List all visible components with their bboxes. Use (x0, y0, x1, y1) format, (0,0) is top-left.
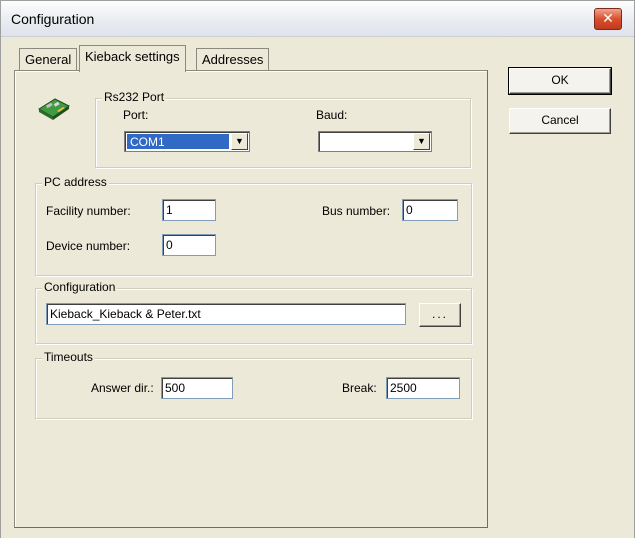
facility-number-label: Facility number: (46, 204, 131, 218)
tab-addresses[interactable]: Addresses (196, 48, 270, 70)
baud-select-value (321, 134, 411, 149)
configuration-file-input[interactable]: Kieback_Kieback & Peter.txt (46, 303, 406, 325)
pc-address-title: PC address (42, 175, 109, 189)
device-number-input[interactable]: 0 (162, 234, 216, 256)
answer-dir-input[interactable]: 500 (161, 377, 233, 399)
cancel-button[interactable]: Cancel (509, 108, 611, 134)
chevron-down-icon[interactable]: ▼ (231, 133, 248, 150)
break-label: Break: (342, 381, 377, 395)
bus-number-label: Bus number: (322, 204, 391, 218)
tab-general[interactable]: General (19, 48, 78, 70)
rs232-port-group: Rs232 Port Port: COM1 ▼ Baud: ▼ (95, 90, 471, 168)
window-title: Configuration (11, 11, 95, 27)
tab-kieback-settings[interactable]: Kieback settings (79, 45, 186, 72)
pc-address-group: PC address Facility number: 1 Bus number… (35, 175, 472, 276)
serial-card-icon (38, 98, 70, 120)
rs232-port-title: Rs232 Port (102, 90, 167, 104)
tab-panel-kieback-settings: Rs232 Port Port: COM1 ▼ Baud: ▼ PC addre… (14, 70, 488, 528)
browse-button[interactable]: ... (419, 303, 461, 327)
facility-number-input[interactable]: 1 (162, 199, 216, 221)
close-button[interactable]: ✕ (594, 8, 622, 30)
port-select[interactable]: COM1 ▼ (124, 131, 250, 152)
break-input[interactable]: 2500 (386, 377, 460, 399)
dialog-body: General Kieback settings Addresses Rs232… (1, 38, 634, 538)
timeouts-group: Timeouts Answer dir.: 500 Break: 2500 (35, 350, 472, 419)
device-number-label: Device number: (46, 239, 131, 253)
port-select-value: COM1 (127, 134, 229, 149)
configuration-title: Configuration (42, 280, 118, 294)
baud-label: Baud: (316, 108, 348, 122)
bus-number-input[interactable]: 0 (402, 199, 458, 221)
baud-select[interactable]: ▼ (318, 131, 432, 152)
configuration-group: Configuration Kieback_Kieback & Peter.tx… (35, 280, 472, 344)
configuration-dialog: Configuration ✕ General Kieback settings… (0, 0, 635, 538)
chevron-down-icon[interactable]: ▼ (413, 133, 430, 150)
port-label: Port: (123, 108, 149, 122)
close-icon: ✕ (602, 10, 614, 26)
timeouts-title: Timeouts (42, 350, 95, 364)
ok-button[interactable]: OK (508, 67, 612, 95)
answer-dir-label: Answer dir.: (91, 381, 154, 395)
title-bar[interactable]: Configuration ✕ (1, 1, 634, 37)
